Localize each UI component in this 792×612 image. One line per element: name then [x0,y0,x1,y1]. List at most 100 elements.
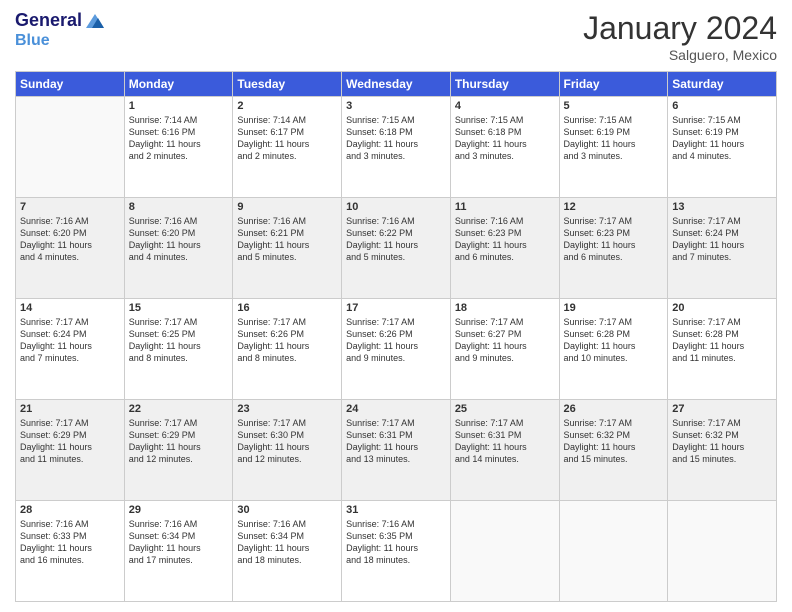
day-number: 9 [237,201,337,213]
day-number: 10 [346,201,446,213]
calendar-cell: 17 Sunrise: 7:17 AMSunset: 6:26 PMDayligh… [342,299,451,400]
day-number: 14 [20,302,120,314]
day-info: Sunrise: 7:17 AMSunset: 6:29 PMDaylight:… [20,417,120,466]
day-number: 25 [455,403,555,415]
day-info: Sunrise: 7:17 AMSunset: 6:29 PMDaylight:… [129,417,229,466]
day-number: 11 [455,201,555,213]
day-number: 26 [564,403,664,415]
week-row-4: 21 Sunrise: 7:17 AMSunset: 6:29 PMDayligh… [16,400,777,501]
day-number: 8 [129,201,229,213]
calendar-cell [559,501,668,602]
week-row-5: 28 Sunrise: 7:16 AMSunset: 6:33 PMDayligh… [16,501,777,602]
calendar-cell: 5 Sunrise: 7:15 AMSunset: 6:19 PMDaylight… [559,97,668,198]
header-row: SundayMondayTuesdayWednesdayThursdayFrid… [16,72,777,97]
week-row-1: 1 Sunrise: 7:14 AMSunset: 6:16 PMDaylight… [16,97,777,198]
day-info: Sunrise: 7:16 AMSunset: 6:33 PMDaylight:… [20,518,120,567]
calendar-cell: 16 Sunrise: 7:17 AMSunset: 6:26 PMDayligh… [233,299,342,400]
calendar-cell: 9Sunrise: 7:16 AMSunset: 6:21 PMDaylight… [233,198,342,299]
day-info: Sunrise: 7:15 AMSunset: 6:19 PMDaylight:… [672,114,772,163]
day-number: 16 [237,302,337,314]
calendar-cell: 6 Sunrise: 7:15 AMSunset: 6:19 PMDaylight… [668,97,777,198]
day-info: Sunrise: 7:16 AMSunset: 6:20 PMDaylight:… [129,215,229,264]
day-number: 15 [129,302,229,314]
day-number: 4 [455,100,555,112]
day-info: Sunrise: 7:15 AMSunset: 6:18 PMDaylight:… [455,114,555,163]
calendar-cell: 26 Sunrise: 7:17 AMSunset: 6:32 PMDayligh… [559,400,668,501]
day-number: 22 [129,403,229,415]
calendar-cell: 18 Sunrise: 7:17 AMSunset: 6:27 PMDayligh… [450,299,559,400]
day-info: Sunrise: 7:17 AMSunset: 6:30 PMDaylight:… [237,417,337,466]
day-number: 21 [20,403,120,415]
day-info: Sunrise: 7:17 AMSunset: 6:32 PMDaylight:… [564,417,664,466]
calendar-cell: 19 Sunrise: 7:17 AMSunset: 6:28 PMDayligh… [559,299,668,400]
calendar-cell: 21 Sunrise: 7:17 AMSunset: 6:29 PMDayligh… [16,400,125,501]
col-header-wednesday: Wednesday [342,72,451,97]
calendar-cell: 7Sunrise: 7:16 AMSunset: 6:20 PMDaylight… [16,198,125,299]
calendar-cell: 28 Sunrise: 7:16 AMSunset: 6:33 PMDayligh… [16,501,125,602]
day-number: 3 [346,100,446,112]
calendar-cell: 13 Sunrise: 7:17 AMSunset: 6:24 PMDayligh… [668,198,777,299]
day-number: 6 [672,100,772,112]
day-info: Sunrise: 7:16 AMSunset: 6:34 PMDaylight:… [129,518,229,567]
calendar-cell: 14Sunrise: 7:17 AMSunset: 6:24 PMDayligh… [16,299,125,400]
col-header-thursday: Thursday [450,72,559,97]
day-number: 20 [672,302,772,314]
location-subtitle: Salguero, Mexico [583,47,777,63]
day-info: Sunrise: 7:17 AMSunset: 6:28 PMDaylight:… [564,316,664,365]
day-info: Sunrise: 7:17 AMSunset: 6:31 PMDaylight:… [346,417,446,466]
day-info: Sunrise: 7:17 AMSunset: 6:24 PMDaylight:… [672,215,772,264]
calendar-cell: 23 Sunrise: 7:17 AMSunset: 6:30 PMDayligh… [233,400,342,501]
day-info: Sunrise: 7:16 AMSunset: 6:34 PMDaylight:… [237,518,337,567]
calendar-cell: 8 Sunrise: 7:16 AMSunset: 6:20 PMDaylight… [124,198,233,299]
calendar-cell: 2 Sunrise: 7:14 AMSunset: 6:17 PMDaylight… [233,97,342,198]
day-info: Sunrise: 7:16 AMSunset: 6:35 PMDaylight:… [346,518,446,567]
calendar-cell [450,501,559,602]
day-number: 29 [129,504,229,516]
calendar-cell: 25Sunrise: 7:17 AMSunset: 6:31 PMDayligh… [450,400,559,501]
calendar-cell: 3 Sunrise: 7:15 AMSunset: 6:18 PMDaylight… [342,97,451,198]
week-row-3: 14Sunrise: 7:17 AMSunset: 6:24 PMDayligh… [16,299,777,400]
day-number: 17 [346,302,446,314]
day-number: 19 [564,302,664,314]
day-number: 5 [564,100,664,112]
day-info: Sunrise: 7:17 AMSunset: 6:23 PMDaylight:… [564,215,664,264]
day-number: 28 [20,504,120,516]
day-number: 12 [564,201,664,213]
calendar-cell: 15 Sunrise: 7:17 AMSunset: 6:25 PMDayligh… [124,299,233,400]
calendar-cell: 11Sunrise: 7:16 AMSunset: 6:23 PMDayligh… [450,198,559,299]
month-title: January 2024 [583,10,777,47]
col-header-sunday: Sunday [16,72,125,97]
calendar-cell: 24 Sunrise: 7:17 AMSunset: 6:31 PMDayligh… [342,400,451,501]
calendar: SundayMondayTuesdayWednesdayThursdayFrid… [15,71,777,602]
day-number: 13 [672,201,772,213]
day-number: 18 [455,302,555,314]
day-number: 24 [346,403,446,415]
day-info: Sunrise: 7:14 AMSunset: 6:17 PMDaylight:… [237,114,337,163]
week-row-2: 7Sunrise: 7:16 AMSunset: 6:20 PMDaylight… [16,198,777,299]
day-info: Sunrise: 7:14 AMSunset: 6:16 PMDaylight:… [129,114,229,163]
calendar-cell: 20Sunrise: 7:17 AMSunset: 6:28 PMDayligh… [668,299,777,400]
calendar-cell [16,97,125,198]
day-info: Sunrise: 7:17 AMSunset: 6:26 PMDaylight:… [346,316,446,365]
calendar-cell: 1 Sunrise: 7:14 AMSunset: 6:16 PMDaylight… [124,97,233,198]
day-number: 1 [129,100,229,112]
day-number: 2 [237,100,337,112]
col-header-tuesday: Tuesday [233,72,342,97]
day-number: 30 [237,504,337,516]
day-info: Sunrise: 7:17 AMSunset: 6:25 PMDaylight:… [129,316,229,365]
logo: General Blue [15,10,106,50]
day-info: Sunrise: 7:17 AMSunset: 6:26 PMDaylight:… [237,316,337,365]
day-info: Sunrise: 7:17 AMSunset: 6:27 PMDaylight:… [455,316,555,365]
logo-text-general: General [15,11,82,31]
day-number: 23 [237,403,337,415]
day-info: Sunrise: 7:15 AMSunset: 6:18 PMDaylight:… [346,114,446,163]
day-info: Sunrise: 7:16 AMSunset: 6:20 PMDaylight:… [20,215,120,264]
calendar-cell: 30 Sunrise: 7:16 AMSunset: 6:34 PMDayligh… [233,501,342,602]
calendar-cell [668,501,777,602]
calendar-cell: 4 Sunrise: 7:15 AMSunset: 6:18 PMDaylight… [450,97,559,198]
calendar-cell: 10Sunrise: 7:16 AMSunset: 6:22 PMDayligh… [342,198,451,299]
logo-icon [84,10,106,32]
calendar-cell: 22 Sunrise: 7:17 AMSunset: 6:29 PMDayligh… [124,400,233,501]
day-info: Sunrise: 7:15 AMSunset: 6:19 PMDaylight:… [564,114,664,163]
title-block: January 2024 Salguero, Mexico [583,10,777,63]
